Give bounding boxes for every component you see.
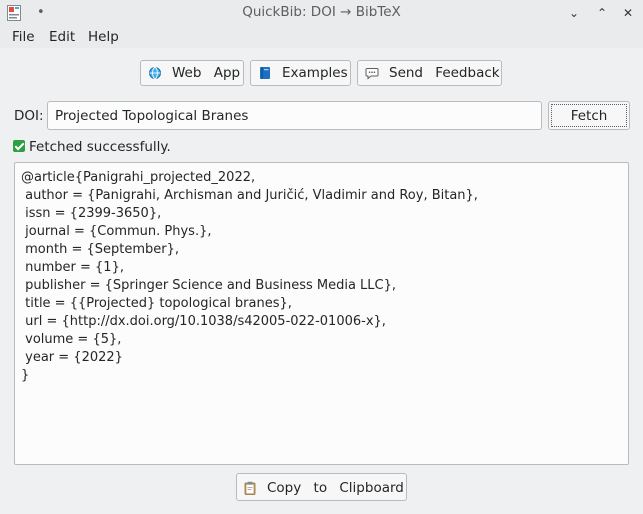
bibtex-line: issn = {2399-3650}, xyxy=(21,206,162,221)
clipboard-icon xyxy=(244,481,256,495)
bibtex-line: publisher = {Springer Science and Busine… xyxy=(21,278,397,293)
doi-input[interactable] xyxy=(47,101,542,130)
maximize-button[interactable]: ⌃ xyxy=(594,5,610,21)
examples-button[interactable]: Examples xyxy=(250,60,351,86)
fetch-button-label: Fetch xyxy=(570,108,608,124)
fetch-button[interactable]: Fetch xyxy=(548,101,630,130)
bibtex-line: journal = {Commun. Phys.}, xyxy=(21,224,212,239)
globe-icon xyxy=(149,67,161,79)
status-text: Fetched successfully. xyxy=(29,139,171,155)
web-app-button[interactable]: Web App xyxy=(140,60,244,86)
app-window: • QuickBib: DOI → BibTeX ⌄ ⌃ ✕ File Edit… xyxy=(0,0,643,514)
bibtex-line: @article{Panigrahi_projected_2022, xyxy=(21,170,256,185)
menu-file[interactable]: File xyxy=(12,29,35,45)
bibtex-line: month = {September}, xyxy=(21,242,180,257)
bibtex-line: url = {http://dx.doi.org/10.1038/s42005-… xyxy=(21,314,386,329)
bibtex-line: title = {{Projected} topological branes}… xyxy=(21,296,292,311)
minimize-button[interactable]: ⌄ xyxy=(566,5,582,21)
window-title: QuickBib: DOI → BibTeX xyxy=(242,4,401,20)
book-icon xyxy=(260,67,270,79)
web-app-label: Web App xyxy=(172,65,241,81)
send-feedback-button[interactable]: Send Feedback xyxy=(357,60,502,86)
bibtex-output[interactable]: @article{Panigrahi_projected_2022, autho… xyxy=(14,162,629,465)
bibtex-line: author = {Panigrahi, Archisman and Jurič… xyxy=(21,188,478,203)
title-bar[interactable]: • QuickBib: DOI → BibTeX ⌄ ⌃ ✕ xyxy=(0,0,643,26)
bibtex-line: volume = {5}, xyxy=(21,332,122,347)
menu-edit[interactable]: Edit xyxy=(49,29,75,45)
copy-to-clipboard-label: Copy to Clipboard xyxy=(267,480,404,496)
bibtex-line: year = {2022} xyxy=(21,350,123,365)
menu-help[interactable]: Help xyxy=(88,29,119,45)
bibtex-line: number = {1}, xyxy=(21,260,124,275)
doi-label: DOI: xyxy=(14,108,44,124)
examples-label: Examples xyxy=(282,65,348,81)
close-button[interactable]: ✕ xyxy=(620,5,636,21)
check-icon xyxy=(13,140,25,152)
copy-to-clipboard-button[interactable]: Copy to Clipboard xyxy=(236,473,407,501)
speech-bubble-icon xyxy=(365,68,379,80)
send-feedback-label: Send Feedback xyxy=(389,65,500,81)
status-message: Fetched successfully. xyxy=(13,139,171,155)
bibtex-line: } xyxy=(21,368,30,383)
menu-bar: File Edit Help xyxy=(0,26,643,48)
